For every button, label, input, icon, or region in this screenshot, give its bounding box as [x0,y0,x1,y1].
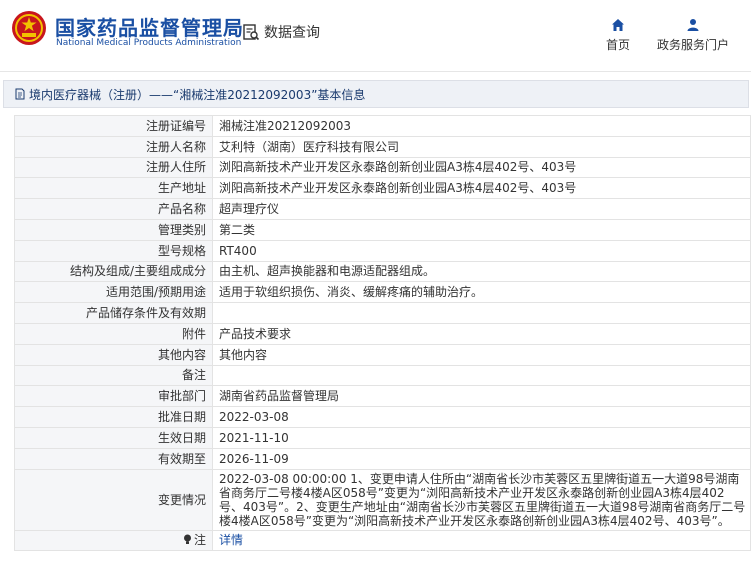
table-row: 产品名称 超声理疗仪 [14,198,751,220]
field-label: 注册证编号 [14,115,213,137]
field-label: 其他内容 [14,343,213,366]
field-value: 其他内容 [212,343,751,366]
field-label: 生产地址 [14,177,213,200]
nav-gov-service-portal[interactable]: 政务服务门户 [655,18,731,53]
field-label: 型号规格 [14,239,213,262]
breadcrumb-text: 境内医疗器械（注册）——“湘械注准20212092003”基本信息 [29,87,366,102]
table-row: 批准日期 2022-03-08 [14,406,751,428]
field-value: 2021-11-10 [212,426,751,449]
table-row: 适用范围/预期用途 适用于软组织损伤、消炎、缓解疼痛的辅助治疗。 [14,281,751,304]
table-row: 其他内容 其他内容 [14,343,751,366]
site-name-en: National Medical Products Administration [56,38,242,48]
table-row: 生产地址 浏阳高新技术产业开发区永泰路创新创业园A3栋4层402号、403号 [14,177,751,200]
field-label: 产品储存条件及有效期 [14,302,213,324]
field-value: 湘械注准20212092003 [212,115,751,137]
table-row: 型号规格 RT400 [14,239,751,262]
field-value: 浏阳高新技术产业开发区永泰路创新创业园A3栋4层402号、403号 [212,156,751,179]
table-row: 有效期至 2026-11-09 [14,447,751,470]
change-history-value: 2022-03-08 00:00:00 1、变更申请人住所由“湖南省长沙市芙蓉区… [212,468,751,531]
top-header: 国家药品监督管理局 National Medical Products Admi… [0,0,751,72]
site-name-cn[interactable]: 国家药品监督管理局 [55,12,244,41]
field-value: 艾利特（湖南）医疗科技有限公司 [212,135,751,158]
nav-home-label: 首页 [605,38,630,52]
table-row: 结构及组成/主要组成成分 由主机、超声换能器和电源适配器组成。 [14,260,751,283]
field-label: 注册人名称 [14,135,213,158]
field-label: 批准日期 [14,406,213,428]
note-label-cell: 注 [14,529,213,552]
field-value: 浏阳高新技术产业开发区永泰路创新创业园A3栋4层402号、403号 [212,177,751,200]
field-label: 有效期至 [14,447,213,470]
search-document-icon [243,24,260,41]
details-link[interactable]: 详情 [219,533,243,547]
registration-detail-table: 注册证编号 湘械注准20212092003 注册人名称 艾利特（湖南）医疗科技有限公… [14,115,751,552]
field-value: 适用于软组织损伤、消炎、缓解疼痛的辅助治疗。 [212,281,751,304]
note-label: 注 [193,532,206,547]
data-query-label: 数据查询 [264,25,320,41]
table-row: 注册人住所 浏阳高新技术产业开发区永泰路创新创业园A3栋4层402号、403号 [14,156,751,179]
table-row: 注册证编号 湘械注准20212092003 [14,115,751,137]
field-value: RT400 [212,239,751,262]
table-row: 管理类别 第二类 [14,218,751,241]
nav-gov-label: 政务服务门户 [656,38,729,52]
field-value: 2022-03-08 [212,406,751,428]
breadcrumb: 境内医疗器械（注册）——“湘械注准20212092003”基本信息 [3,80,749,108]
field-label: 注册人住所 [14,156,213,179]
table-row: 审批部门 湖南省药品监督管理局 [14,385,751,408]
field-label: 适用范围/预期用途 [14,281,213,304]
field-value: 产品技术要求 [212,322,751,345]
field-value [212,302,751,324]
table-row: 附件 产品技术要求 [14,322,751,345]
user-icon [687,19,699,31]
field-value: 超声理疗仪 [212,198,751,220]
field-value: 第二类 [212,218,751,241]
field-label: 生效日期 [14,426,213,449]
table-row-note: 注 详情 [14,529,751,552]
field-value [212,364,751,387]
field-value: 由主机、超声换能器和电源适配器组成。 [212,260,751,283]
field-label: 管理类别 [14,218,213,241]
home-icon [612,19,624,31]
field-label: 变更情况 [14,468,213,531]
field-value: 2026-11-09 [212,447,751,470]
field-label: 结构及组成/主要组成成分 [14,260,213,283]
lightbulb-icon [183,534,191,545]
field-value: 湖南省药品监督管理局 [212,385,751,408]
table-row: 注册人名称 艾利特（湖南）医疗科技有限公司 [14,135,751,158]
field-label: 产品名称 [14,198,213,220]
data-query-link[interactable]: 数据查询 [242,22,320,42]
field-label: 审批部门 [14,385,213,408]
field-label: 附件 [14,322,213,345]
document-icon [15,88,25,100]
table-row: 产品储存条件及有效期 [14,302,751,324]
note-value-cell: 详情 [212,529,751,552]
national-emblem-logo[interactable] [11,10,47,46]
table-row: 生效日期 2021-11-10 [14,426,751,449]
table-row: 备注 [14,364,751,387]
table-row-change-history: 变更情况 2022-03-08 00:00:00 1、变更申请人住所由“湖南省长… [14,468,751,531]
field-label: 备注 [14,364,213,387]
nav-home[interactable]: 首页 [605,18,631,53]
